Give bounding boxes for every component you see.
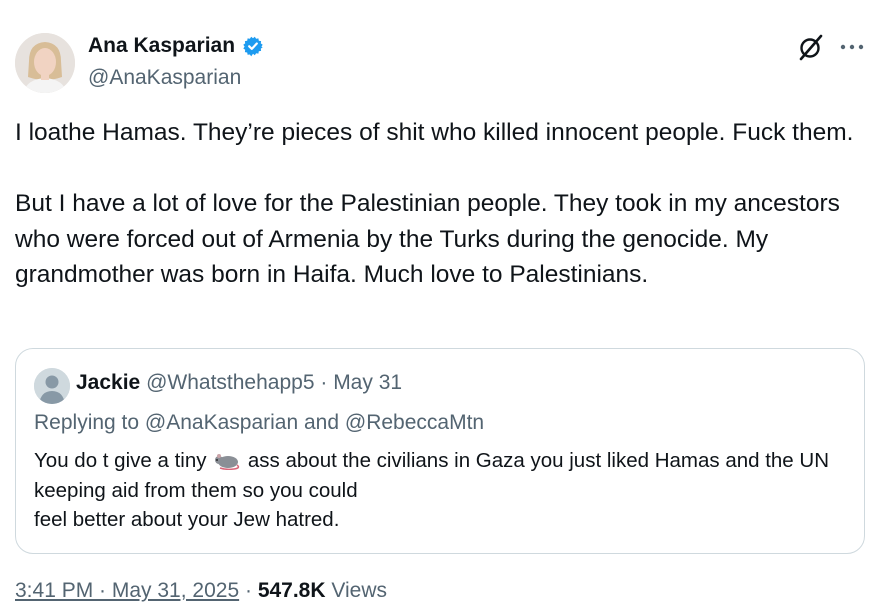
views-count: 547.8K	[257, 579, 326, 602]
default-avatar-icon	[34, 368, 70, 404]
grok-icon[interactable]	[797, 33, 825, 61]
rat-emoji-icon	[215, 454, 240, 470]
author-name-row[interactable]: Ana Kasparian	[88, 34, 265, 58]
more-options-icon[interactable]	[838, 36, 866, 58]
tweet-paragraph-1: I loathe Hamas. They’re pieces of shit w…	[15, 119, 854, 146]
author-avatar[interactable]	[15, 33, 75, 93]
quoted-author-name[interactable]: Jackie	[76, 371, 140, 394]
quoted-tweet-text: You do t give a tiny ass about the civil…	[34, 446, 849, 535]
author-name[interactable]: Ana Kasparian	[88, 34, 235, 58]
quoted-header: Jackie @Whatsthehapp5 · May 31	[76, 371, 402, 395]
tweet-text: I loathe Hamas. They’re pieces of shit w…	[15, 115, 865, 293]
quoted-author-handle[interactable]: @Whatsthehapp5	[146, 371, 314, 394]
tweet-footer: 3:41 PM · May 31, 2025 · 547.8K Views	[15, 579, 387, 603]
quoted-date[interactable]: May 31	[333, 371, 402, 394]
quoted-text-part-3: feel better about your Jew hatred.	[34, 508, 340, 531]
tweet-paragraph-2: But I have a lot of love for the Palesti…	[15, 190, 840, 288]
replying-prefix: Replying to	[34, 411, 140, 434]
views-label: Views	[331, 579, 388, 602]
tweet-timestamp[interactable]: 3:41 PM · May 31, 2025	[15, 579, 239, 602]
footer-separator: ·	[244, 579, 252, 602]
quoted-tweet[interactable]: Jackie @Whatsthehapp5 · May 31 Replying …	[15, 348, 865, 554]
author-avatar-image	[15, 33, 75, 93]
replying-user-2[interactable]: @RebeccaMtn	[345, 411, 484, 434]
replying-user-1[interactable]: @AnaKasparian	[145, 411, 298, 434]
header-separator: ·	[320, 371, 328, 394]
quoted-author-avatar[interactable]	[34, 368, 70, 404]
replying-and: and	[304, 411, 340, 434]
verified-badge-icon	[243, 36, 263, 57]
replying-to-line: Replying to @AnaKasparian and @RebeccaMt…	[34, 411, 484, 435]
author-handle[interactable]: @AnaKasparian	[88, 66, 241, 90]
quoted-text-part-1: You do t give a tiny	[34, 449, 207, 472]
